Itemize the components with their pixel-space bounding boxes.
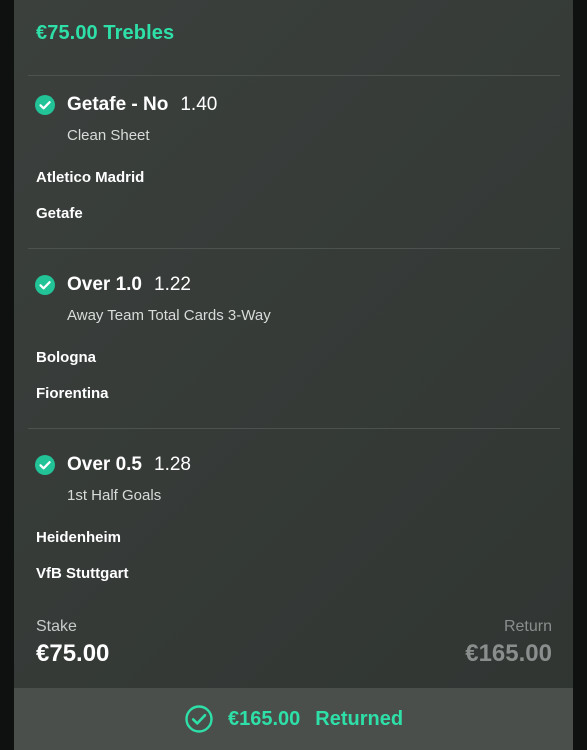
selection-row: Getafe - No 1.40 xyxy=(67,94,217,116)
divider xyxy=(28,75,560,76)
stake-value: €75.00 xyxy=(36,640,110,667)
app-frame: €75.00 Trebles Getafe - No 1.40 Clean She… xyxy=(0,0,587,750)
market-name: Away Team Total Cards 3-Way xyxy=(67,307,271,324)
check-circle-icon xyxy=(35,275,55,295)
check-circle-icon xyxy=(35,95,55,115)
check-circle-icon xyxy=(35,455,55,475)
selection-name: Getafe - No xyxy=(67,94,169,115)
team-home: Heidenheim xyxy=(36,529,122,546)
divider xyxy=(28,428,560,429)
selection-odds: 1.40 xyxy=(180,94,218,115)
team-away: Fiorentina xyxy=(36,385,109,402)
returned-amount: €165.00 xyxy=(227,707,301,730)
team-home: Atletico Madrid xyxy=(36,169,145,186)
stake-label: Stake xyxy=(36,618,77,635)
team-away: VfB Stuttgart xyxy=(36,565,129,582)
return-label: Return xyxy=(503,618,552,635)
market-name: 1st Half Goals xyxy=(67,487,162,504)
bet-title: €75.00 Trebles xyxy=(36,22,175,44)
return-value: €165.00 xyxy=(465,640,552,667)
selection-row: Over 1.0 1.22 xyxy=(67,274,191,296)
selection-name: Over 1.0 xyxy=(67,274,142,295)
bet-card: €75.00 Trebles Getafe - No 1.40 Clean She… xyxy=(14,0,573,750)
team-away: Getafe xyxy=(36,205,83,222)
divider xyxy=(28,248,560,249)
market-name: Clean Sheet xyxy=(67,127,150,144)
team-home: Bologna xyxy=(36,349,96,366)
returned-banner-content: €165.00 Returned xyxy=(14,688,573,750)
selection-odds: 1.28 xyxy=(154,454,191,475)
returned-status: Returned xyxy=(315,707,404,730)
check-circle-outline-icon xyxy=(184,704,214,734)
selection-row: Over 0.5 1.28 xyxy=(67,454,191,476)
selection-odds: 1.22 xyxy=(154,274,191,295)
returned-banner: €165.00 Returned xyxy=(14,688,573,750)
selection-name: Over 0.5 xyxy=(67,454,142,475)
